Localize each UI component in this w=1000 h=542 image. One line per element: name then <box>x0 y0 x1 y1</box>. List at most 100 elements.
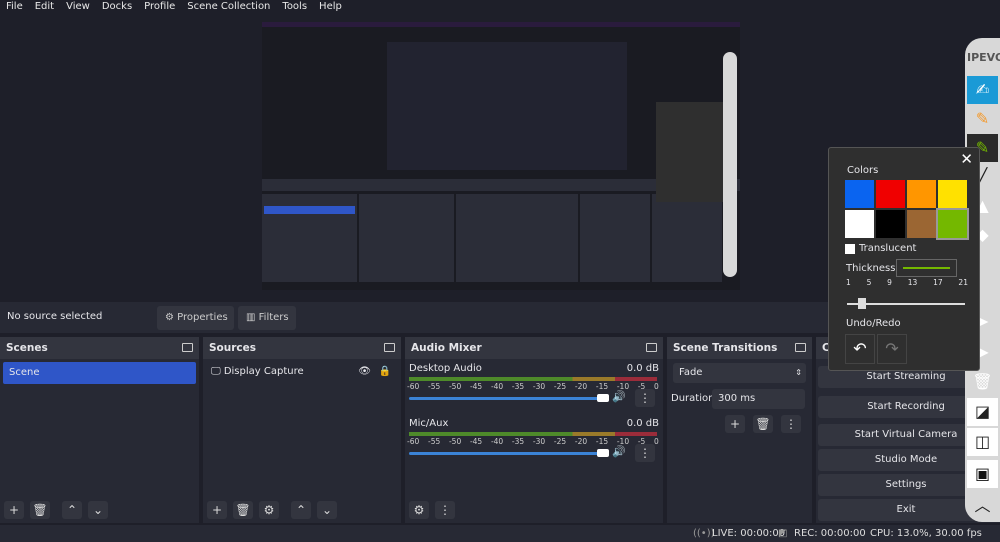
clear-icon[interactable]: 🗑 <box>967 368 998 396</box>
scene-item[interactable]: Scene <box>3 362 196 384</box>
nested-scenes <box>262 194 357 282</box>
duration-input[interactable]: 300 ms <box>712 389 805 409</box>
colors-label: Colors <box>847 165 879 176</box>
translucent-checkbox[interactable] <box>845 244 855 254</box>
meter-tick: -50 <box>448 437 462 446</box>
chevron-down-icon[interactable]: ⌄ <box>317 501 337 519</box>
advanced-audio-icon[interactable]: ⚙ <box>409 501 429 519</box>
volume-slider[interactable] <box>409 394 609 402</box>
sources-dock: Sources 🖵 Display Capture 👁 🔒 + 🗑 ⚙ ⌃ ⌄ <box>203 337 401 523</box>
source-label: Display Capture <box>223 366 304 377</box>
scenes-dock: Scenes Scene + 🗑 ⌃ ⌄ <box>0 337 199 523</box>
slider-handle[interactable] <box>597 394 609 402</box>
meter-tick: -55 <box>427 437 441 446</box>
menu-view[interactable]: View <box>60 0 96 13</box>
kebab-menu-icon[interactable]: ⋮ <box>781 415 801 433</box>
thickness-tick: 21 <box>958 278 968 287</box>
meter-tick: -55 <box>427 382 441 391</box>
close-icon[interactable]: ✕ <box>960 150 973 168</box>
menu-profile[interactable]: Profile <box>138 0 181 13</box>
speaker-icon[interactable]: 🔊 <box>612 445 626 458</box>
meter-tick: 0 <box>654 437 659 446</box>
undock-icon[interactable] <box>646 343 657 352</box>
meter-tick: -15 <box>595 437 609 446</box>
menu-tools[interactable]: Tools <box>276 0 313 13</box>
audio-channel: Mic/Aux 0.0 dB -60 -55 -50 -45 -40 -35 -30 -25-… <box>405 414 663 469</box>
meter-tick: -35 <box>511 437 525 446</box>
eye-icon[interactable]: 👁 <box>358 359 371 385</box>
volume-meter <box>409 377 657 381</box>
whiteboard-icon[interactable]: ◪ <box>967 398 998 426</box>
chevron-down-icon[interactable]: ⌄ <box>88 501 108 519</box>
kebab-menu-icon[interactable]: ⋮ <box>635 389 655 407</box>
kebab-menu-icon[interactable]: ⋮ <box>635 444 655 462</box>
preview-canvas[interactable] <box>262 22 740 290</box>
speaker-icon[interactable]: 🔊 <box>612 390 626 403</box>
source-item[interactable]: 🖵 Display Capture 👁 🔒 <box>203 359 401 385</box>
color-swatch[interactable] <box>936 208 969 240</box>
overlay-icon[interactable]: ◫ <box>967 428 998 456</box>
audio-mixer-title: Audio Mixer <box>411 342 482 354</box>
menu-help[interactable]: Help <box>313 0 348 13</box>
menu-edit[interactable]: Edit <box>29 0 60 13</box>
trash-icon[interactable]: 🗑 <box>30 501 50 519</box>
audio-channel: Desktop Audio 0.0 dB -60 -55 -50 -45 -40 -35-… <box>405 359 663 414</box>
volume-slider[interactable] <box>409 449 609 457</box>
gear-icon[interactable]: ⚙ <box>259 501 279 519</box>
color-swatch[interactable] <box>907 180 936 208</box>
meter-tick: -25 <box>553 437 567 446</box>
color-swatch[interactable] <box>845 180 874 208</box>
chevron-up-icon[interactable]: ⌃ <box>62 501 82 519</box>
filter-icon: ▥ <box>246 312 256 323</box>
menu-file[interactable]: File <box>0 0 29 13</box>
annotate-icon[interactable]: ✍ <box>967 76 998 104</box>
color-swatch[interactable] <box>845 210 874 238</box>
thickness-preview <box>896 259 957 277</box>
color-swatch[interactable] <box>876 180 905 208</box>
lock-icon[interactable]: 🔒 <box>379 359 391 385</box>
filters-button[interactable]: ▥ Filters <box>238 306 296 330</box>
menu-scene-collection[interactable]: Scene Collection <box>181 0 276 13</box>
meter-tick: -30 <box>532 437 546 446</box>
highlighter-icon[interactable]: ✎ <box>967 105 998 133</box>
thickness-tick: 17 <box>933 278 943 287</box>
nested-controls <box>652 194 722 282</box>
thickness-label: Thickness <box>846 263 896 274</box>
camera-icon[interactable]: ▣ <box>967 460 998 488</box>
add-icon[interactable]: + <box>4 501 24 519</box>
color-swatch[interactable] <box>938 180 967 208</box>
sources-title: Sources <box>209 342 257 354</box>
add-icon[interactable]: + <box>207 501 227 519</box>
collapse-icon[interactable]: ︿ <box>967 492 998 520</box>
meter-tick: -25 <box>553 382 567 391</box>
trash-icon[interactable]: 🗑 <box>233 501 253 519</box>
slider-handle[interactable] <box>597 449 609 457</box>
redo-button[interactable]: ↷ <box>877 334 907 364</box>
undo-redo-label: Undo/Redo <box>846 318 901 329</box>
kebab-menu-icon[interactable]: ⋮ <box>435 501 455 519</box>
duration-label: Duration <box>671 393 715 404</box>
chevron-up-icon[interactable]: ⌃ <box>291 501 311 519</box>
thickness-tick: 13 <box>907 278 918 287</box>
ipevo-logo: IPEVO <box>967 51 1000 64</box>
color-swatch[interactable] <box>907 210 936 238</box>
add-icon[interactable]: + <box>725 415 745 433</box>
properties-button[interactable]: ⚙ Properties <box>157 306 234 330</box>
audio-mixer-dock: Audio Mixer Desktop Audio 0.0 dB -60 -55-… <box>405 337 663 523</box>
undock-icon[interactable] <box>182 343 193 352</box>
redo-icon: ↷ <box>885 339 899 358</box>
trash-icon[interactable]: 🗑 <box>753 415 773 433</box>
menu-docks[interactable]: Docks <box>96 0 138 13</box>
thickness-tick: 9 <box>887 278 892 287</box>
undock-icon[interactable] <box>384 343 395 352</box>
scene-transitions-dock: Scene Transitions Fade ⇕ Duration 300 ms … <box>667 337 812 523</box>
color-swatch[interactable] <box>876 210 905 238</box>
undock-icon[interactable] <box>795 343 806 352</box>
rec-icon: ◩ <box>778 528 788 539</box>
undo-button[interactable]: ↶ <box>845 334 875 364</box>
nested-popup <box>656 102 726 202</box>
slider-handle[interactable] <box>858 298 866 309</box>
thickness-slider[interactable] <box>847 298 965 309</box>
transition-select[interactable]: Fade ⇕ <box>673 363 806 383</box>
channel-name: Mic/Aux <box>409 418 449 429</box>
